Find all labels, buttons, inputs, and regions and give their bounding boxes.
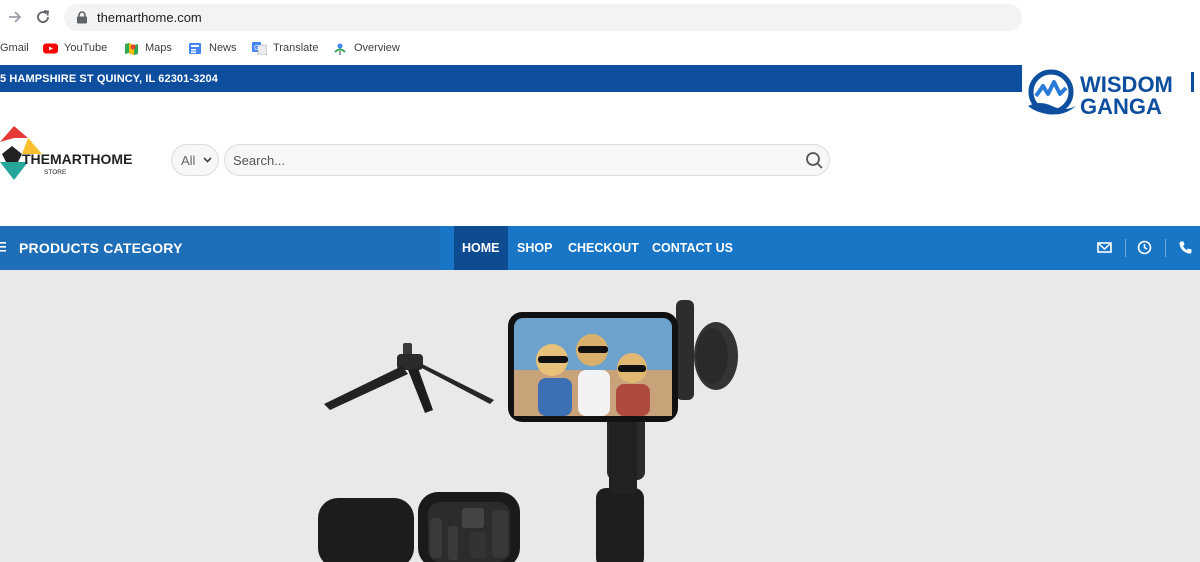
hero-banner[interactable] — [0, 270, 1200, 562]
bookmark-translate[interactable]: G Translate — [252, 40, 318, 56]
logo-text: THEMARTHOME — [22, 151, 132, 167]
address-bar[interactable]: themarthome.com — [64, 4, 1022, 31]
svg-text:GANGA: GANGA — [1080, 94, 1162, 119]
bookmark-news[interactable]: News — [188, 40, 237, 56]
reload-icon[interactable] — [34, 8, 52, 26]
store-logo[interactable]: THEMARTHOME STORE — [0, 124, 140, 182]
carry-case-illustration — [318, 492, 520, 562]
youtube-icon — [43, 43, 58, 53]
bookmark-maps[interactable]: Maps — [124, 40, 172, 56]
forward-arrow-icon[interactable] — [6, 8, 24, 26]
nav-contact-us[interactable]: CONTACT US — [644, 226, 741, 270]
nav-separator — [1165, 239, 1166, 257]
tripod-illustration — [324, 343, 494, 413]
nav-home[interactable]: HOME — [454, 226, 508, 270]
bookmark-label: Overview — [354, 42, 400, 54]
gimbal-product-image — [318, 300, 738, 562]
products-category-menu[interactable]: PRODUCTS CATEGORY — [0, 226, 440, 270]
bookmarks-bar: Gmail YouTube Maps News G Translate Over… — [0, 36, 1022, 60]
store-address: 5 HAMPSHIRE ST QUINCY, IL 62301-3204 — [0, 73, 218, 85]
maps-icon — [125, 42, 138, 55]
clock-icon[interactable] — [1137, 240, 1152, 255]
bookmark-label: Gmail — [0, 42, 29, 54]
bookmark-label: News — [209, 42, 237, 54]
phone-icon[interactable] — [1178, 240, 1193, 255]
browser-toolbar: themarthome.com — [0, 0, 1022, 34]
url-text: themarthome.com — [97, 10, 202, 25]
nav-shop[interactable]: SHOP — [509, 226, 560, 270]
bookmark-gmail[interactable]: Gmail — [0, 40, 29, 56]
main-nav: PRODUCTS CATEGORY HOME SHOP CHECKOUT CON… — [0, 226, 1200, 270]
bookmark-label: Maps — [145, 42, 172, 54]
mail-icon[interactable] — [1097, 240, 1112, 255]
bookmark-label: YouTube — [64, 42, 108, 54]
menu-icon — [0, 242, 6, 252]
category-select[interactable]: All — [171, 144, 219, 176]
logo-subtext: STORE — [44, 169, 67, 176]
bookmark-youtube[interactable]: YouTube — [43, 40, 107, 56]
page: themarthome.com Gmail YouTube Maps News … — [0, 0, 1200, 562]
bookmark-label: Translate — [273, 42, 319, 54]
search-box — [224, 144, 830, 176]
overview-icon — [334, 43, 346, 55]
svg-text:G: G — [254, 45, 259, 52]
chevron-down-icon — [203, 157, 212, 163]
store-address-bar: 5 HAMPSHIRE ST QUINCY, IL 62301-3204 — [0, 65, 1022, 92]
bookmark-overview[interactable]: Overview — [333, 40, 400, 56]
lock-icon — [77, 11, 87, 24]
translate-icon: G — [252, 41, 267, 55]
products-category-label: PRODUCTS CATEGORY — [19, 240, 183, 256]
wisdom-ganga-watermark: WISDOM GANGA — [1028, 69, 1194, 119]
news-icon — [189, 42, 201, 54]
category-select-value: All — [181, 153, 196, 168]
gimbal-illustration — [508, 300, 738, 562]
nav-separator — [1125, 239, 1126, 257]
search-icon[interactable] — [805, 151, 824, 170]
nav-checkout[interactable]: CHECKOUT — [560, 226, 647, 270]
search-input[interactable] — [233, 150, 793, 170]
